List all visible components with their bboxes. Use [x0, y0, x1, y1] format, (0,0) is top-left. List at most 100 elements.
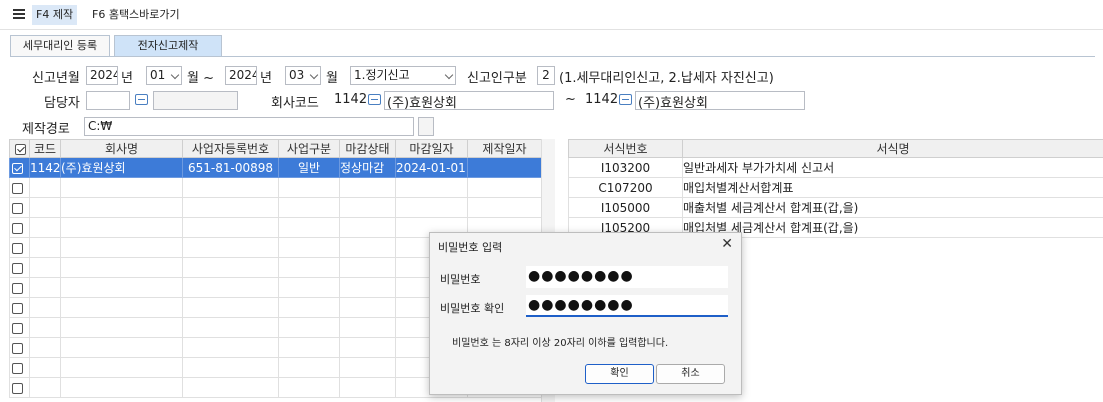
chevron-down-icon: [444, 70, 454, 80]
reporter-label: 신고인구분: [467, 71, 527, 86]
empty-cell: [29, 317, 61, 338]
password-input[interactable]: ●●●●●●●●: [526, 266, 728, 288]
col-header-form-name[interactable]: 서식명: [682, 139, 1103, 158]
empty-cell: [278, 237, 340, 258]
empty-cell: [182, 177, 279, 198]
row-checkbox[interactable]: [9, 357, 30, 378]
cancel-button[interactable]: 취소: [656, 364, 725, 384]
empty-cell: [29, 177, 61, 198]
empty-cell: [29, 377, 61, 398]
cell-close-date: 2024-01-01: [395, 157, 468, 178]
col-header-biz-no[interactable]: 사업자등록번호: [182, 139, 279, 158]
empty-cell: [278, 377, 340, 398]
empty-cell: [278, 197, 340, 218]
empty-cell: [339, 317, 396, 338]
row-checkbox[interactable]: [9, 317, 30, 338]
year-unit-2: 년: [260, 71, 272, 86]
f6-hometax-button[interactable]: F6 홈택스바로가기: [88, 5, 184, 25]
empty-cell: [278, 357, 340, 378]
empty-cell: [182, 317, 279, 338]
empty-cell: [467, 197, 542, 218]
password-confirm-label: 비밀번호 확인: [440, 302, 505, 315]
row-checkbox[interactable]: [9, 197, 30, 218]
year-to-input[interactable]: 2024: [225, 66, 257, 85]
company-code-label: 회사코드: [271, 96, 319, 111]
lookup-icon[interactable]: [619, 94, 632, 105]
password-dialog: 비밀번호 입력 ✕ 비밀번호 ●●●●●●●● 비밀번호 확인 ●●●●●●●●…: [429, 232, 742, 395]
empty-cell: [182, 217, 279, 238]
month-to-select[interactable]: 03: [285, 66, 321, 85]
empty-cell: [339, 177, 396, 198]
browse-button[interactable]: [418, 117, 434, 136]
tab-electronic-filing[interactable]: 전자신고제작: [114, 35, 222, 57]
table-row[interactable]: C107200 매입처별계산서합계표: [568, 177, 1103, 198]
manager-name-field: [153, 91, 238, 110]
col-header-code[interactable]: 코드: [29, 139, 61, 158]
col-header-company-name[interactable]: 회사명: [60, 139, 183, 158]
empty-cell: [29, 297, 61, 318]
path-input[interactable]: C:₩: [84, 117, 414, 136]
empty-cell: [339, 337, 396, 358]
empty-cell: [278, 217, 340, 238]
table-row[interactable]: I103200 일반과세자 부가가치세 신고서: [568, 157, 1103, 178]
table-row[interactable]: [9, 197, 542, 218]
col-header-form-no[interactable]: 서식번호: [568, 139, 683, 158]
year-from-input[interactable]: 2024: [86, 66, 118, 85]
chevron-down-icon: [309, 70, 319, 80]
month-to-value: 03: [289, 68, 305, 82]
row-checkbox[interactable]: [9, 337, 30, 358]
empty-cell: [60, 297, 183, 318]
grid-header-row: 서식번호 서식명: [568, 139, 1103, 158]
report-type-select[interactable]: 1.정기신고: [350, 66, 456, 85]
close-icon[interactable]: ✕: [721, 236, 733, 252]
table-row[interactable]: 1142 (주)효원상회 651-81-00898 일반 정상마감 2024-0…: [9, 157, 542, 178]
empty-cell: [29, 237, 61, 258]
select-all-checkbox[interactable]: [9, 139, 30, 158]
col-header-biz-type[interactable]: 사업구분: [278, 139, 340, 158]
row-checkbox[interactable]: [9, 257, 30, 278]
row-checkbox[interactable]: [9, 217, 30, 238]
company-from-code[interactable]: 1142: [334, 92, 367, 107]
chevron-down-icon: [170, 70, 180, 80]
row-checkbox[interactable]: [9, 277, 30, 298]
empty-cell: [29, 217, 61, 238]
empty-cell: [339, 197, 396, 218]
manager-code-input[interactable]: [86, 91, 130, 110]
lookup-icon[interactable]: [368, 94, 381, 105]
empty-cell: [60, 177, 183, 198]
empty-cell: [182, 337, 279, 358]
table-row[interactable]: I105000 매출처별 세금계산서 합계표(갑,을): [568, 197, 1103, 218]
path-label: 제작경로: [22, 122, 70, 137]
empty-cell: [60, 337, 183, 358]
lookup-icon[interactable]: [135, 94, 148, 105]
cell-form-name: 일반과세자 부가가치세 신고서: [682, 157, 1103, 178]
toolbar: F4 제작 F6 홈택스바로가기: [0, 0, 1103, 30]
row-checkbox[interactable]: [9, 377, 30, 398]
table-row[interactable]: [9, 177, 542, 198]
menu-icon[interactable]: [13, 9, 25, 19]
row-checkbox[interactable]: [9, 157, 30, 178]
empty-cell: [29, 357, 61, 378]
f4-make-button[interactable]: F4 제작: [32, 5, 78, 25]
tab-tax-agent-registration[interactable]: 세무대리인 등록: [10, 35, 110, 57]
cell-close-status: 정상마감: [339, 157, 396, 178]
col-header-make-date[interactable]: 제작일자: [467, 139, 542, 158]
row-checkbox[interactable]: [9, 297, 30, 318]
grid-header-row: 코드 회사명 사업자등록번호 사업구분 마감상태 마감일자 제작일자: [9, 139, 542, 158]
cell-company-name: (주)효원상회: [60, 157, 183, 178]
col-header-close-date[interactable]: 마감일자: [395, 139, 468, 158]
col-header-close-status[interactable]: 마감상태: [339, 139, 396, 158]
report-type-value: 1.정기신고: [354, 68, 410, 82]
ok-button[interactable]: 확인: [585, 364, 654, 384]
row-checkbox[interactable]: [9, 237, 30, 258]
empty-cell: [339, 377, 396, 398]
company-to-code[interactable]: 1142: [585, 92, 618, 107]
empty-cell: [182, 357, 279, 378]
password-confirm-input[interactable]: ●●●●●●●●: [526, 295, 728, 317]
month-unit: 월 ~: [187, 71, 214, 86]
empty-cell: [182, 377, 279, 398]
cell-form-name: 매입처별 세금계산서 합계표(갑,을): [682, 217, 1103, 238]
row-checkbox[interactable]: [9, 177, 30, 198]
month-from-select[interactable]: 01: [146, 66, 182, 85]
reporter-input[interactable]: 2: [537, 66, 555, 85]
